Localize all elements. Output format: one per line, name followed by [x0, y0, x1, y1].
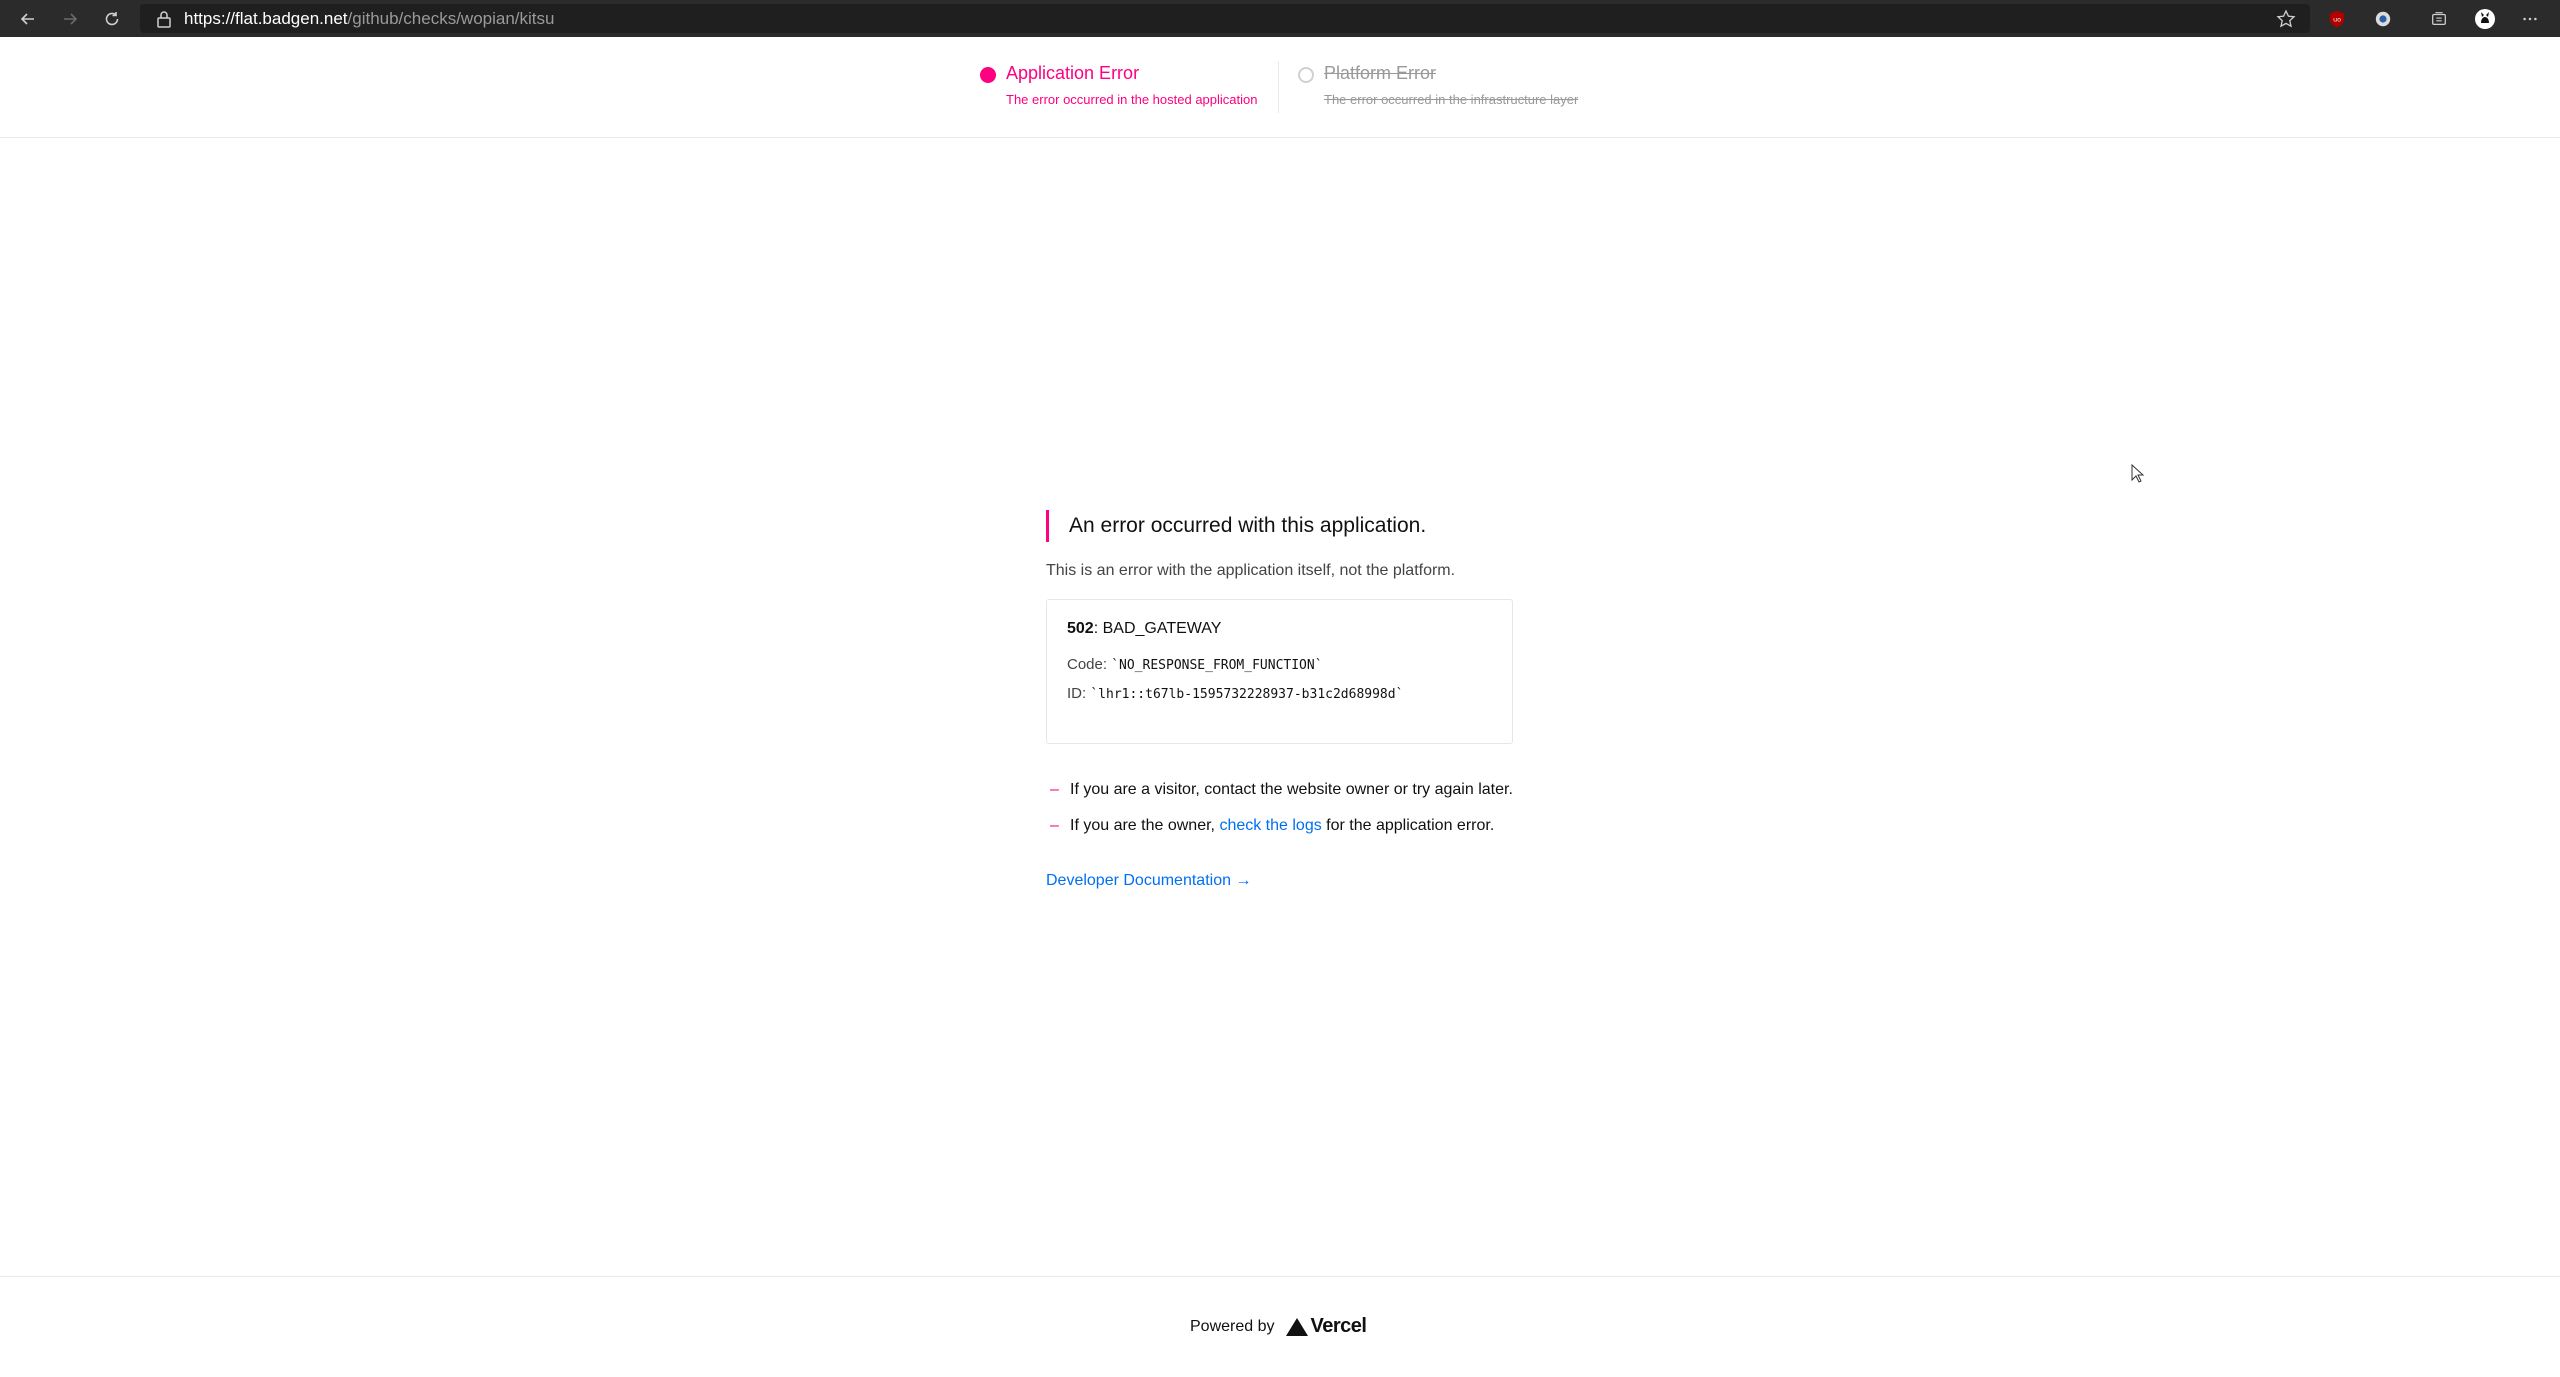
code-value: `NO_RESPONSE_FROM_FUNCTION` — [1111, 658, 1323, 673]
star-icon[interactable] — [2276, 9, 2296, 29]
status-divider — [1278, 61, 1279, 113]
error-heading: An error occurred with this application. — [1046, 510, 1516, 542]
browser-toolbar: https://flat.badgen.net/github/checks/wo… — [0, 0, 2560, 37]
id-value: `lhr1::t67lb-1595732228937-b31c2d68998d` — [1090, 687, 1404, 702]
code-label: Code: — [1067, 656, 1108, 673]
error-type-header: Application Error The error occurred in … — [0, 37, 2560, 138]
check-logs-link[interactable]: check the logs — [1219, 817, 1321, 834]
error-description: This is an error with the application it… — [1046, 562, 1456, 579]
owner-help-prefix: If you are the owner, — [1070, 817, 1215, 834]
ublock-icon[interactable]: uo — [2326, 8, 2348, 30]
owner-help-item: If you are the owner, check the logs for… — [1046, 816, 1516, 852]
error-content: An error occurred with this application.… — [1046, 510, 1516, 890]
owner-help-suffix: for the application error. — [1326, 817, 1495, 834]
svg-text:uo: uo — [2333, 17, 2341, 24]
mouse-cursor-icon — [2131, 464, 2145, 483]
status-line: 502: BAD_GATEWAY — [1067, 620, 1492, 638]
application-error-title: Application Error — [1006, 63, 1140, 83]
platform-error-title: Platform Error — [1324, 63, 1437, 83]
vercel-logo: Vercel — [1285, 1315, 1367, 1338]
application-error-subtitle: The error occurred in the hosted applica… — [1006, 92, 1258, 107]
error-details-box: 502: BAD_GATEWAY Code: `NO_RESPONSE_FROM… — [1046, 599, 1513, 744]
profile-icon[interactable] — [2474, 8, 2496, 30]
more-icon[interactable] — [2519, 8, 2541, 30]
vercel-triangle-icon — [1285, 1317, 1308, 1336]
url-path: /github/checks/wopian/kitsu — [347, 8, 555, 28]
forward-arrow-icon[interactable] — [56, 5, 84, 33]
vercel-brand-text: Vercel — [1310, 1315, 1367, 1337]
developer-documentation-link[interactable]: Developer Documentation → — [1046, 872, 1516, 890]
collections-icon[interactable] — [2428, 8, 2450, 30]
error-code-row: Code: `NO_RESPONSE_FROM_FUNCTION` — [1067, 656, 1492, 673]
error-id-row: ID: `lhr1::t67lb-1595732228937-b31c2d689… — [1067, 685, 1492, 702]
footer: Powered by Vercel — [0, 1276, 2560, 1377]
url-text: https://flat.badgen.net/github/checks/wo… — [184, 9, 554, 29]
lock-icon — [157, 10, 171, 28]
active-dot-icon — [980, 67, 996, 83]
address-bar[interactable]: https://flat.badgen.net/github/checks/wo… — [140, 4, 2310, 33]
status-code: 502 — [1067, 620, 1094, 637]
powered-by-text: Powered by — [1190, 1317, 1275, 1335]
status-text: : BAD_GATEWAY — [1093, 620, 1222, 637]
powered-by[interactable]: Powered by Vercel — [1190, 1315, 1367, 1338]
reload-icon[interactable] — [98, 5, 126, 33]
error-heading-text: An error occurred with this application. — [1069, 514, 1427, 537]
id-label: ID: — [1067, 685, 1087, 702]
back-arrow-icon[interactable] — [14, 5, 42, 33]
url-host: https://flat.badgen.net — [184, 8, 348, 28]
visitor-help-item: If you are a visitor, contact the websit… — [1046, 780, 1516, 816]
platform-error-subtitle: The error occurred in the infrastructure… — [1324, 92, 1579, 107]
extension-icon[interactable] — [2372, 8, 2394, 30]
inactive-dot-icon — [1298, 67, 1314, 83]
help-list: If you are a visitor, contact the websit… — [1046, 780, 1516, 852]
